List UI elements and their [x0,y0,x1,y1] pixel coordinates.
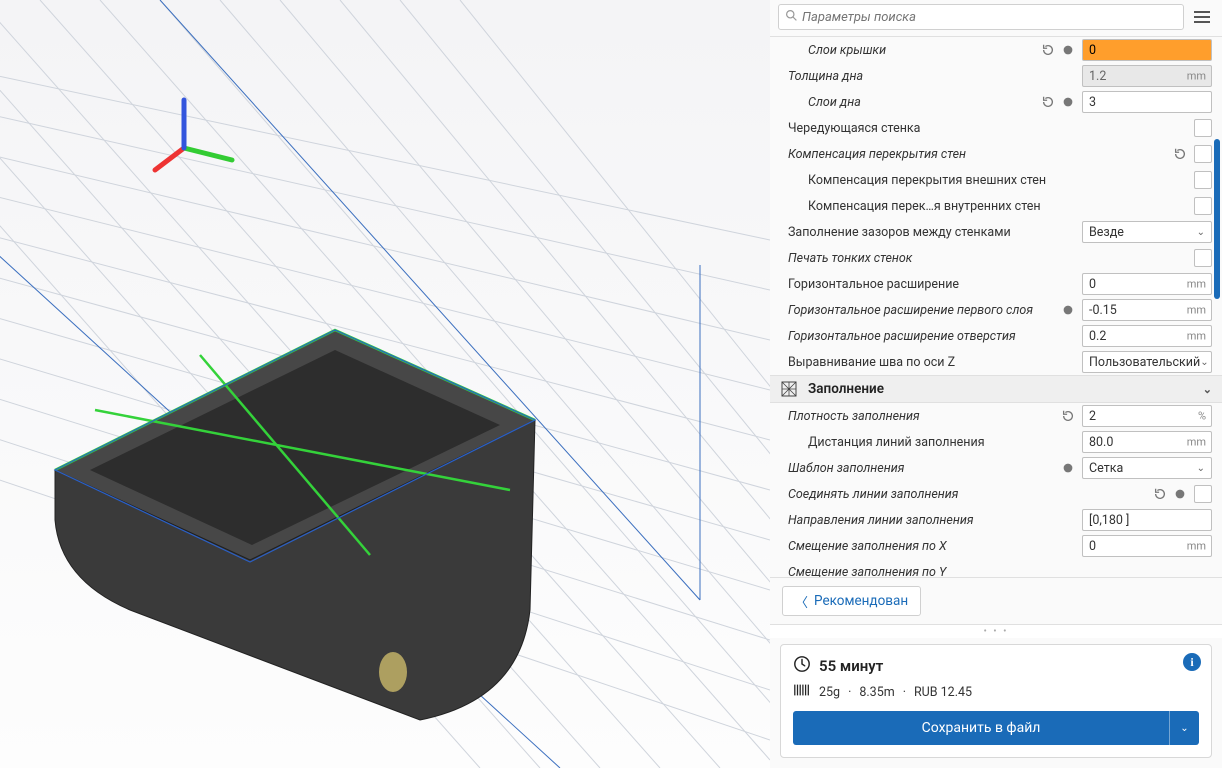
infill-pattern-select[interactable]: Сетка⌄ [1082,457,1212,479]
search-icon [785,9,798,26]
reset-icon[interactable] [1060,408,1076,424]
reset-icon[interactable] [1040,94,1056,110]
setting-infill-pattern: Шаблон заполнения Сетка⌄ [770,455,1222,481]
setting-h-expansion: Горизонтальное расширение mm [770,271,1222,297]
chevron-down-icon: ⌄ [1197,463,1205,474]
z-seam-select[interactable]: Пользовательский⌄ [1082,351,1212,373]
setting-infill-offset-y: Смещение заполнения по Y [770,559,1222,577]
unit-label: mm [1187,278,1206,291]
section-infill[interactable]: Заполнение ⌄ [770,375,1222,403]
chevron-left-icon: 〈 [795,592,808,611]
clock-icon [793,655,811,677]
recommended-mode-button[interactable]: 〈 Рекомендован [782,586,921,616]
info-icon[interactable]: i [1183,653,1201,671]
link-icon[interactable] [1060,42,1076,58]
unit-label: mm [1187,436,1206,449]
settings-panel: Слои крышки Толщина дна mm Слои дна Чере… [770,0,1222,768]
print-length: 8.35m [859,685,894,700]
alternate-wall-checkbox[interactable] [1194,119,1212,137]
filament-icon [793,683,811,701]
reset-icon[interactable] [1172,146,1188,162]
setting-z-seam: Выравнивание шва по оси Z Пользовательск… [770,349,1222,375]
wall-overlap-checkbox[interactable] [1194,145,1212,163]
chevron-down-icon: ⌄ [1200,357,1208,368]
setting-h-expansion-hole: Горизонтальное расширение отверстия mm [770,323,1222,349]
infill-directions-input[interactable] [1082,509,1212,531]
link-icon[interactable] [1060,460,1076,476]
setting-top-layers: Слои крышки [770,37,1222,63]
setting-gap-fill: Заполнение зазоров между стенками Везде⌄ [770,219,1222,245]
unit-label: mm [1187,70,1206,83]
setting-infill-line-distance: Дистанция линий заполнения mm [770,429,1222,455]
save-to-file-button[interactable]: Сохранить в файл ⌄ [793,711,1199,745]
setting-infill-directions: Направления линии заполнения [770,507,1222,533]
infill-density-input[interactable] [1082,405,1212,427]
setting-inner-overlap: Компенсация перек…я внутренних стен [770,193,1222,219]
chevron-down-icon: ⌄ [1197,227,1205,238]
reset-icon[interactable] [1040,42,1056,58]
link-icon[interactable] [1060,302,1076,318]
seam-indicator [379,652,407,692]
link-icon[interactable] [1172,486,1188,502]
outer-overlap-checkbox[interactable] [1194,171,1212,189]
setting-infill-density: Плотность заполнения % [770,403,1222,429]
panel-resize-handle[interactable]: • • • [770,624,1222,638]
infill-icon [780,380,798,398]
unit-label: % [1198,410,1206,423]
print-cost: RUB 12.45 [914,685,972,700]
chevron-down-icon: ⌄ [1203,383,1212,396]
link-icon[interactable] [1060,94,1076,110]
bottom-layers-input[interactable] [1082,91,1212,113]
connect-infill-checkbox[interactable] [1194,485,1212,503]
setting-wall-overlap: Компенсация перекрытия стен [770,141,1222,167]
search-input[interactable] [802,10,1177,25]
setting-connect-infill: Соединять линии заполнения [770,481,1222,507]
print-time: 55 минут [819,657,883,675]
scrollbar-thumb[interactable] [1214,139,1220,299]
setting-infill-offset-x: Смещение заполнения по X mm [770,533,1222,559]
setting-thin-walls: Печать тонких стенок [770,245,1222,271]
setting-outer-overlap: Компенсация перекрытия внешних стен [770,167,1222,193]
settings-menu-button[interactable] [1190,5,1214,29]
settings-list[interactable]: Слои крышки Толщина дна mm Слои дна Чере… [770,36,1222,577]
thin-walls-checkbox[interactable] [1194,249,1212,267]
setting-bottom-thickness: Толщина дна mm [770,63,1222,89]
model-preview[interactable] [55,330,535,720]
top-layers-input[interactable] [1082,39,1212,61]
unit-label: mm [1187,540,1206,553]
save-dropdown-toggle[interactable]: ⌄ [1169,711,1199,745]
print-info-box: i 55 минут 25g · 8.35m · RUB 12.45 Сохра… [780,644,1212,758]
inner-overlap-checkbox[interactable] [1194,197,1212,215]
unit-label: mm [1187,304,1206,317]
print-mass: 25g [819,685,840,700]
unit-label: mm [1187,330,1206,343]
setting-h-expansion-first: Горизонтальное расширение первого слоя m… [770,297,1222,323]
setting-alternate-wall: Чередующаяся стенка [770,115,1222,141]
viewport-3d[interactable] [0,0,770,768]
gap-fill-select[interactable]: Везде⌄ [1082,221,1212,243]
setting-bottom-layers: Слои дна [770,89,1222,115]
axis-gizmo [155,100,232,170]
search-box[interactable] [778,4,1184,30]
reset-icon[interactable] [1152,486,1168,502]
